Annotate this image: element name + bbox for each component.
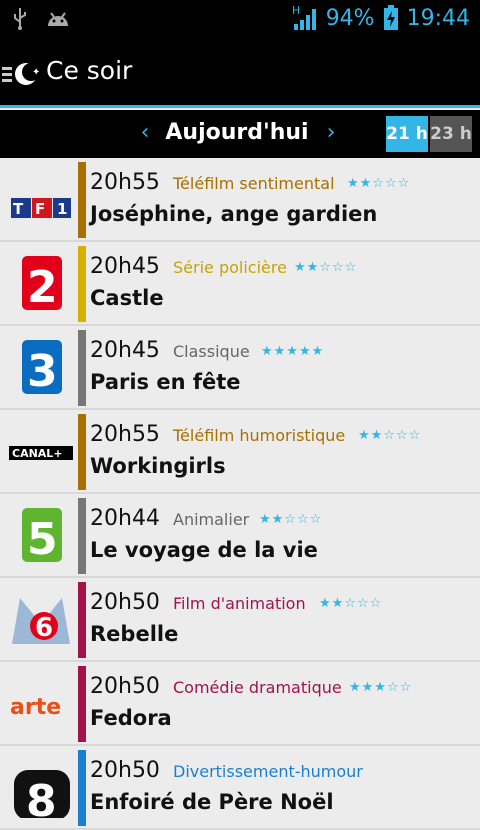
program-time: 20h45 [90, 338, 160, 363]
program-genre: Comédie dramatique [173, 678, 342, 697]
status-bar: H 94% 19:44 [0, 0, 480, 38]
program-genre: Classique [173, 342, 250, 361]
svg-text:8: 8 [26, 776, 57, 818]
program-row[interactable]: T F 1 20h55 Téléfilm sentimental ★★☆☆☆ J… [0, 158, 480, 242]
genre-stripe [78, 750, 86, 826]
svg-text:5: 5 [27, 514, 58, 565]
hour-23-button[interactable]: 23 h [430, 116, 472, 152]
france2-logo: 2 [22, 256, 62, 313]
rating-stars-icon: ★★☆☆☆ [319, 596, 383, 611]
program-genre: Téléfilm sentimental [173, 174, 335, 193]
program-row[interactable]: 5 20h44 Animalier ★★☆☆☆ Le voyage de la … [0, 494, 480, 578]
network-type: H [292, 4, 300, 17]
usb-icon [14, 8, 26, 30]
previous-day-button[interactable]: ‹ [132, 118, 158, 148]
program-row[interactable]: 3 20h45 Classique ★★★★★ Paris en fête [0, 326, 480, 410]
program-time: 20h55 [90, 170, 160, 195]
program-row[interactable]: 8 20h50 Divertissement-humour Enfoiré de… [0, 746, 480, 830]
m6-logo: 6 [12, 598, 70, 644]
program-time: 20h45 [90, 254, 160, 279]
program-genre: Animalier [173, 510, 250, 529]
genre-stripe [78, 330, 86, 406]
rating-stars-icon: ★★★★★ [261, 344, 325, 359]
signal-icon: H [292, 4, 316, 30]
rating-stars-icon: ★★★☆☆ [349, 680, 413, 695]
program-row[interactable]: CANAL+ 20h55 Téléfilm humoristique ★★☆☆☆… [0, 410, 480, 494]
genre-stripe [78, 666, 86, 742]
rating-stars-icon: ★★☆☆☆ [358, 428, 422, 443]
program-title: Fedora [90, 706, 172, 730]
svg-text:CANAL+: CANAL+ [12, 447, 63, 460]
program-time: 20h50 [90, 590, 160, 615]
next-day-button[interactable]: › [318, 118, 344, 148]
arte-logo: arte [10, 695, 61, 720]
program-title: Joséphine, ange gardien [90, 202, 378, 226]
program-title: Workingirls [90, 454, 226, 478]
day-label: Aujourd'hui [165, 120, 309, 145]
hour-21-button[interactable]: 21 h [386, 116, 428, 152]
rating-stars-icon: ★★☆☆☆ [259, 512, 323, 527]
svg-text:✦: ✦ [32, 67, 40, 78]
program-title: Enfoiré de Père Noël [90, 790, 334, 814]
canal-plus-logo: CANAL+ [9, 446, 73, 460]
genre-stripe [78, 162, 86, 238]
battery-charging-icon [383, 5, 398, 30]
svg-text:2: 2 [27, 262, 58, 313]
svg-text:F: F [35, 200, 45, 218]
svg-text:1: 1 [57, 200, 67, 218]
system-icons: H 94% 19:44 [292, 4, 470, 32]
program-time: 20h55 [90, 422, 160, 447]
menu-moon-icon[interactable]: ✦ [2, 60, 40, 88]
program-genre: Téléfilm humoristique [173, 426, 346, 445]
genre-stripe [78, 246, 86, 322]
screen-title: Ce soir [46, 56, 133, 85]
program-title: Paris en fête [90, 370, 241, 394]
d8-logo: 8 [14, 770, 70, 818]
day-selector: ‹ Aujourd'hui › 21 h 23 h [0, 110, 480, 158]
rating-stars-icon: ★★☆☆☆ [294, 260, 358, 275]
program-row[interactable]: 6 20h50 Film d'animation ★★☆☆☆ Rebelle [0, 578, 480, 662]
battery-percent: 94% [325, 5, 375, 31]
action-bar: ✦ Ce soir [0, 38, 480, 108]
program-genre: Série policière [173, 258, 287, 277]
program-row[interactable]: arte 20h50 Comédie dramatique ★★★☆☆ Fedo… [0, 662, 480, 746]
france3-logo: 3 [22, 340, 62, 397]
genre-stripe [78, 582, 86, 658]
svg-text:6: 6 [35, 613, 53, 643]
program-title: Rebelle [90, 622, 179, 646]
program-title: Castle [90, 286, 164, 310]
program-row[interactable]: 2 20h45 Série policière ★★☆☆☆ Castle [0, 242, 480, 326]
rating-stars-icon: ★★☆☆☆ [347, 176, 411, 191]
svg-text:T: T [13, 200, 24, 218]
program-time: 20h50 [90, 758, 160, 783]
android-debug-icon [48, 12, 68, 26]
tf1-logo: T F 1 [11, 198, 71, 218]
program-genre: Divertissement-humour [173, 762, 363, 781]
genre-stripe [78, 498, 86, 574]
program-time: 20h50 [90, 674, 160, 699]
genre-stripe [78, 414, 86, 490]
svg-text:arte: arte [10, 695, 61, 720]
program-title: Le voyage de la vie [90, 538, 318, 562]
svg-text:3: 3 [27, 346, 58, 397]
france5-logo: 5 [22, 508, 62, 565]
program-genre: Film d'animation [173, 594, 306, 613]
notification-icons [12, 8, 70, 30]
clock: 19:44 [406, 5, 470, 31]
program-time: 20h44 [90, 506, 160, 531]
